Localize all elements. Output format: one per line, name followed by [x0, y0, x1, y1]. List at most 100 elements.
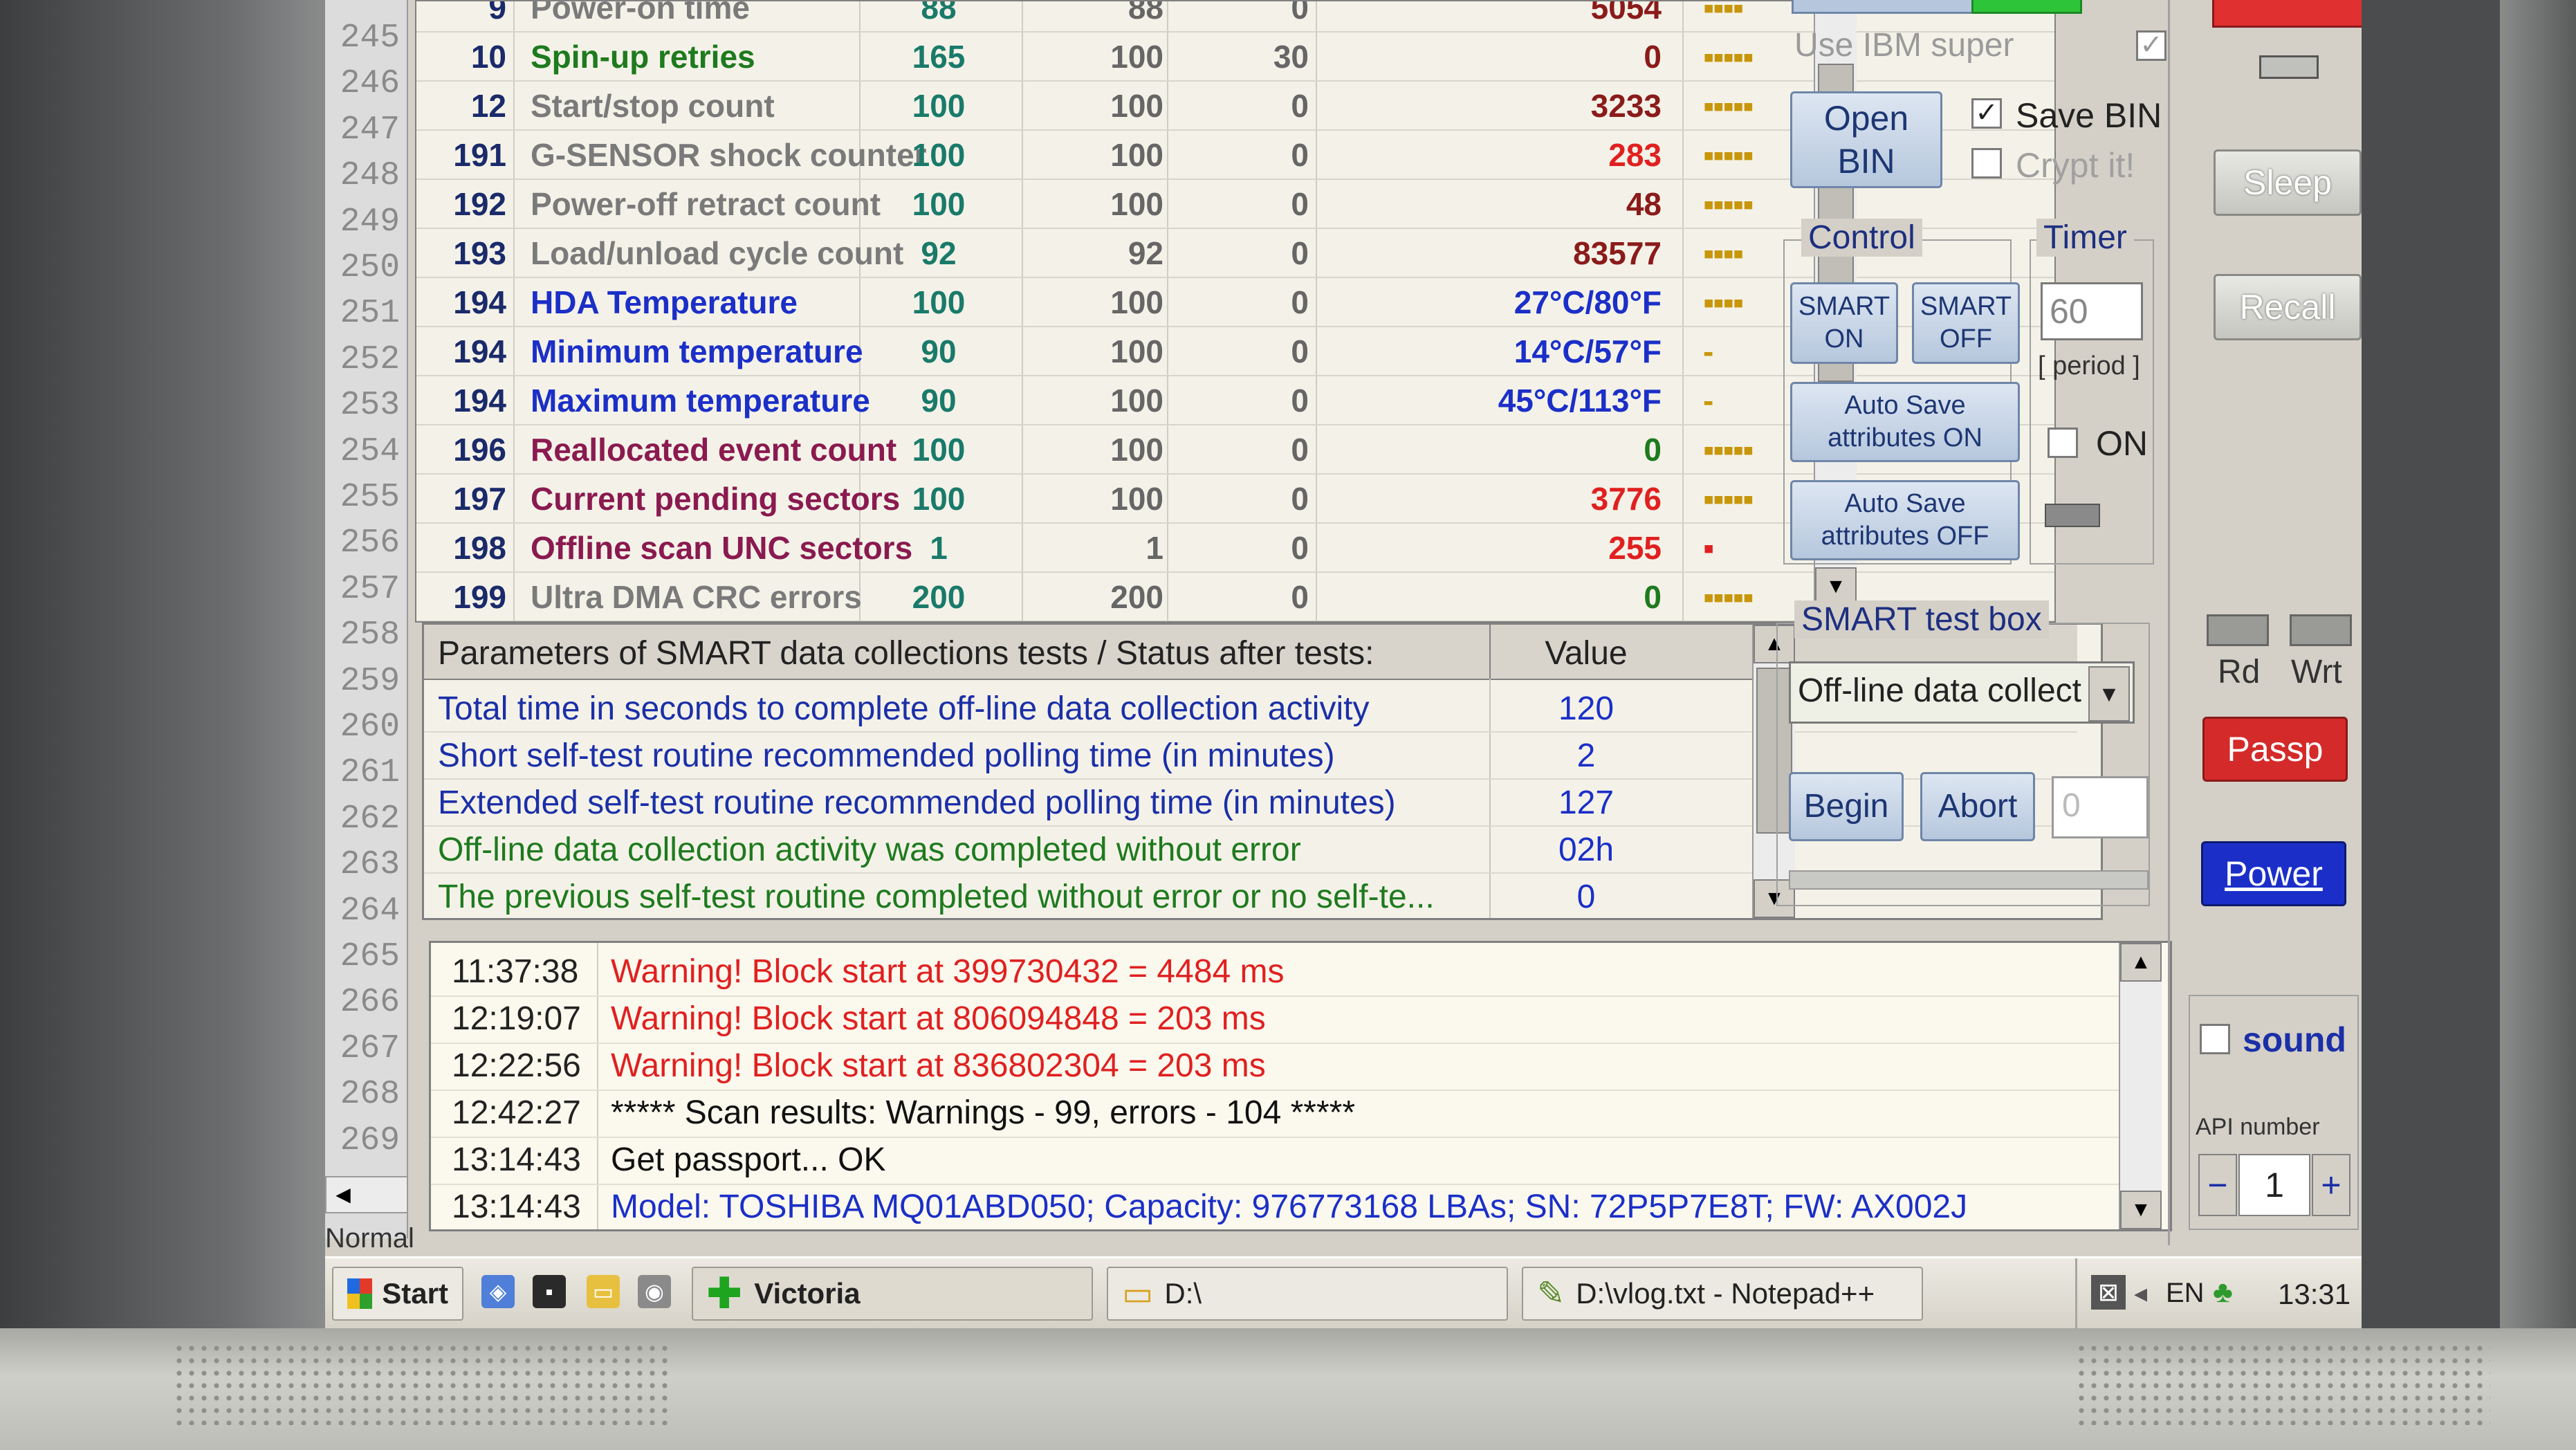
- attr-name: Maximum temperature: [531, 383, 870, 419]
- security-icon[interactable]: ♣: [2213, 1275, 2233, 1310]
- speaker-icon[interactable]: ◂: [2134, 1278, 2147, 1309]
- attr-worst: 1: [1146, 530, 1163, 566]
- attr-value: 100: [912, 88, 966, 124]
- log-message: Get passport... OK: [611, 1141, 886, 1178]
- save-bin-checkbox[interactable]: ✓: [1971, 98, 2002, 129]
- line-number: 264: [340, 892, 400, 930]
- smart-on-button[interactable]: SMART ON: [1790, 282, 1898, 364]
- network-icon[interactable]: ⊠: [2091, 1275, 2126, 1310]
- autosave-on-button[interactable]: Auto Save attributes ON: [1790, 382, 2020, 462]
- attr-raw: 83577: [1573, 235, 1662, 271]
- line-number: 255: [340, 479, 400, 516]
- start-button[interactable]: Start: [332, 1267, 463, 1321]
- attr-health: ▪▪▪▪▪: [1703, 88, 1754, 124]
- attr-value: 90: [921, 383, 957, 419]
- attr-threshold: 0: [1291, 481, 1309, 517]
- params-label: Short self-test routine recommended poll…: [438, 737, 1335, 774]
- api-number-label: API number: [2196, 1114, 2320, 1140]
- monitor-bezel-left: [0, 0, 325, 1450]
- begin-button[interactable]: Begin: [1789, 772, 1904, 841]
- scroll-down-icon[interactable]: ▼: [2120, 1191, 2162, 1229]
- attr-name: Start/stop count: [531, 88, 775, 124]
- attr-health: ▪▪▪▪: [1703, 0, 1744, 26]
- horizontal-scrollbar[interactable]: ◀: [325, 1176, 408, 1213]
- line-number: 249: [340, 203, 400, 241]
- scroll-left-icon[interactable]: ◀: [329, 1180, 357, 1209]
- timer-period-input[interactable]: 60: [2041, 282, 2143, 340]
- sleep-button[interactable]: Sleep: [2214, 149, 2362, 216]
- windows-taskbar: Start ◈ ▪ ▭ ◉ ✚ Victoria ▭ D:\ ✎ D:\vlog…: [325, 1256, 2362, 1328]
- read-indicator: [2207, 614, 2269, 646]
- attr-health: ▪▪▪▪: [1703, 235, 1744, 271]
- attr-worst: 100: [1110, 481, 1163, 517]
- attr-threshold: 0: [1291, 0, 1309, 26]
- attr-raw: 27°C/80°F: [1514, 284, 1662, 320]
- victoria-window: 245 246 247 248 249 250 251 252 253 254 255 256 257 2…: [325, 0, 2362, 1328]
- test-lba-input[interactable]: 0: [2052, 776, 2149, 838]
- attr-health: ▪▪▪▪▪: [1703, 137, 1754, 173]
- top-green-button-partial[interactable]: [1971, 0, 2082, 14]
- log-time: 11:37:38: [452, 953, 579, 990]
- autosave-off-button[interactable]: Auto Save attributes OFF: [1790, 480, 2020, 560]
- taskbar-drive-d[interactable]: ▭ D:\: [1107, 1267, 1508, 1321]
- status-indicator: [2259, 55, 2319, 79]
- chevron-down-icon[interactable]: ▼: [2088, 666, 2130, 722]
- folder-icon[interactable]: ▭: [587, 1275, 620, 1308]
- test-box-legend: SMART test box: [1794, 600, 2049, 639]
- taskbar-drive-label: D:\: [1164, 1277, 1202, 1310]
- desktop-icon[interactable]: ◈: [481, 1275, 515, 1308]
- attr-name: Minimum temperature: [531, 333, 863, 369]
- test-progress-bar: [1789, 870, 2149, 890]
- attr-value: 100: [912, 481, 966, 517]
- taskbar-notepad[interactable]: ✎ D:\vlog.txt - Notepad++: [1522, 1267, 1923, 1321]
- test-type-select[interactable]: Off-line data collect ▼: [1789, 661, 2135, 724]
- abort-button[interactable]: Abort: [1920, 772, 2035, 841]
- power-button[interactable]: Power: [2201, 841, 2346, 906]
- crypt-checkbox[interactable]: [1971, 148, 2002, 178]
- params-label: Extended self-test routine recommended p…: [438, 784, 1396, 821]
- attr-health: ▪: [1703, 530, 1714, 566]
- log-scrollbar[interactable]: ▲ ▼: [2119, 943, 2162, 1229]
- attr-name: Ultra DMA CRC errors: [531, 579, 862, 615]
- sound-checkbox[interactable]: [2200, 1024, 2230, 1054]
- timer-panel: Timer 60 [ period ] ON: [2030, 219, 2154, 565]
- params-header-label: Parameters of SMART data collections tes…: [438, 635, 1374, 672]
- attr-raw: 255: [1608, 530, 1662, 566]
- attr-worst: 100: [1110, 383, 1163, 419]
- recall-button[interactable]: Recall: [2214, 274, 2362, 340]
- attr-id: 194: [453, 333, 506, 369]
- taskbar-notepad-label: D:\vlog.txt - Notepad++: [1576, 1277, 1875, 1310]
- line-number: 254: [340, 432, 400, 470]
- timer-on-checkbox[interactable]: [2048, 428, 2078, 458]
- api-plus-button[interactable]: +: [2312, 1154, 2350, 1216]
- system-tray: ⊠ ◂ EN ♣ 13:31: [2075, 1258, 2362, 1328]
- top-red-button-partial[interactable]: [2212, 0, 2362, 28]
- taskbar-victoria[interactable]: ✚ Victoria: [692, 1267, 1093, 1321]
- attr-health: ▪▪▪▪▪: [1703, 481, 1754, 517]
- attr-threshold: 0: [1291, 235, 1309, 271]
- log-message: Warning! Block start at 806094848 = 203 …: [611, 1000, 1266, 1037]
- line-number: 247: [340, 111, 400, 149]
- start-label: Start: [382, 1277, 448, 1310]
- language-indicator[interactable]: EN: [2166, 1278, 2205, 1309]
- line-number: 269: [340, 1121, 400, 1159]
- console-icon[interactable]: ▪: [533, 1275, 566, 1308]
- api-minus-button[interactable]: −: [2198, 1154, 2237, 1216]
- passport-button[interactable]: Passp: [2202, 717, 2348, 782]
- open-bin-button[interactable]: Open BIN: [1790, 91, 1942, 188]
- save-bin-label: Save BIN: [2016, 96, 2162, 135]
- attr-id: 9: [488, 0, 506, 26]
- attr-raw: 0: [1644, 39, 1662, 75]
- line-number: 257: [340, 570, 400, 608]
- smart-test-box: SMART test box Off-line data collect ▼ B…: [1776, 600, 2150, 906]
- windows-logo-icon: [347, 1278, 373, 1309]
- log-entry: 12:19:07 Warning! Block start at 80609484…: [431, 995, 2119, 1044]
- attr-worst: 100: [1110, 137, 1163, 173]
- scroll-up-icon[interactable]: ▲: [2120, 943, 2162, 982]
- disk-icon[interactable]: ◉: [638, 1275, 671, 1308]
- smart-off-button[interactable]: SMART OFF: [1912, 282, 2020, 364]
- attr-name: Reallocated event count: [531, 432, 897, 468]
- api-number-input[interactable]: 1: [2238, 1154, 2310, 1216]
- timer-legend: Timer: [2036, 219, 2134, 257]
- use-ibm-checkbox[interactable]: ✓: [2136, 30, 2166, 61]
